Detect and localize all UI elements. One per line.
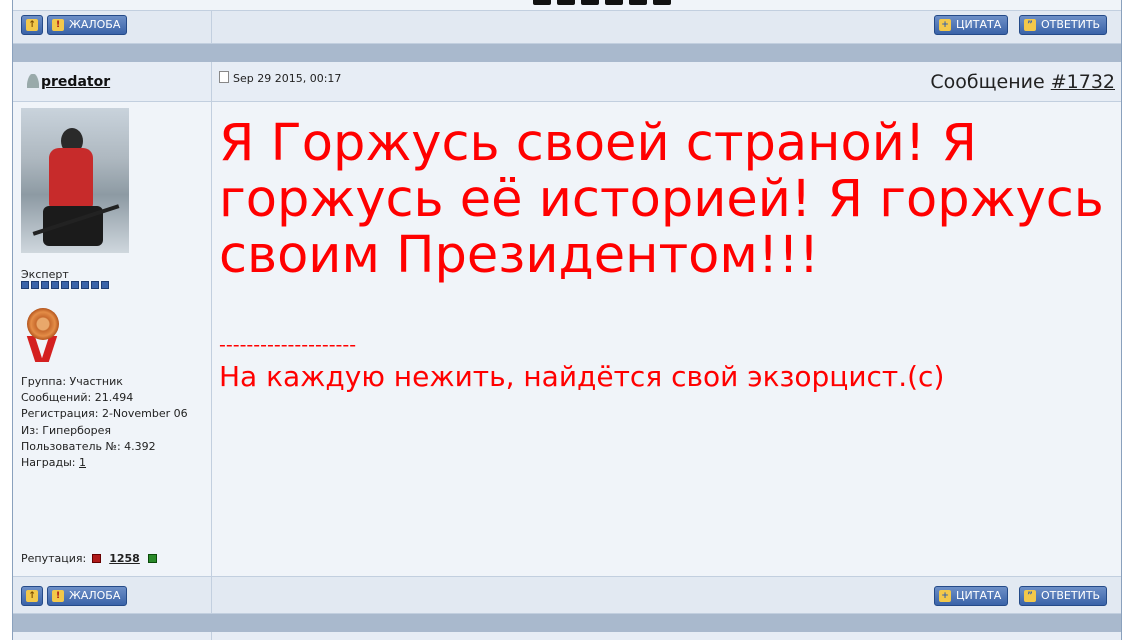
warning-icon: ! [52, 19, 64, 31]
reputation-plus-button[interactable] [147, 554, 157, 563]
prev-post-button-row: ↑ ! ЖАЛОБА + ЦИТАТА ” ОТВЕТИТЬ [13, 10, 1121, 44]
document-icon [219, 71, 229, 83]
quote-marks-icon: ” [1024, 590, 1036, 602]
reply-label: ОТВЕТИТЬ [1041, 18, 1101, 31]
post-date: Sep 29 2015, 00:17 [219, 71, 341, 85]
reply-button[interactable]: ” ОТВЕТИТЬ [1019, 15, 1108, 35]
user-icon [27, 74, 39, 88]
signature-divider: -------------------- [219, 334, 357, 356]
rank-pip [71, 281, 79, 289]
column-divider [211, 62, 212, 101]
reputation-label: Репутация: [21, 552, 87, 565]
forum-post-frame: ↑ ! ЖАЛОБА + ЦИТАТА ” ОТВЕТИТЬ predator … [12, 0, 1122, 640]
rank-pip [101, 281, 109, 289]
user-avatar[interactable] [21, 108, 129, 253]
award-medal-icon[interactable] [25, 308, 61, 364]
previous-heading-fragment [533, 0, 713, 5]
quote-label: ЦИТАТА [956, 18, 1002, 31]
scroll-top-button[interactable]: ↑ [21, 586, 43, 606]
rank-pips [21, 281, 109, 289]
rank-pip [41, 281, 49, 289]
plus-icon: + [939, 19, 951, 31]
message-label-text: Сообщение [930, 71, 1045, 93]
next-post-header [13, 632, 1121, 640]
author-username-link[interactable]: predator [27, 74, 110, 90]
post-separator [13, 614, 1121, 632]
column-divider [211, 632, 212, 640]
user-awards: Награды: 1 [21, 455, 188, 471]
reply-button[interactable]: ” ОТВЕТИТЬ [1019, 586, 1108, 606]
quote-marks-icon: ” [1024, 19, 1036, 31]
rank-pip [51, 281, 59, 289]
post-message-text: Я Горжусь своей страной! Я горжусь её ис… [219, 114, 1104, 285]
signature-text: На каждую нежить, найдётся свой экзорцис… [219, 360, 945, 393]
rank-pip [91, 281, 99, 289]
reply-label: ОТВЕТИТЬ [1041, 589, 1101, 602]
reputation-minus-button[interactable] [92, 554, 102, 563]
scroll-top-button[interactable]: ↑ [21, 15, 43, 35]
message-number: Сообщение #1732 [930, 71, 1115, 93]
awards-link[interactable]: 1 [79, 456, 86, 469]
user-group: Группа: Участник [21, 375, 123, 388]
report-button[interactable]: ! ЖАЛОБА [47, 586, 128, 606]
post-separator [13, 44, 1121, 62]
message-number-link[interactable]: #1732 [1051, 71, 1115, 93]
report-label: ЖАЛОБА [69, 18, 121, 31]
user-number: Пользователь №: 4.392 [21, 439, 156, 453]
reputation-value[interactable]: 1258 [109, 552, 140, 565]
warning-icon: ! [52, 590, 64, 602]
post-date-text: Sep 29 2015, 00:17 [233, 72, 342, 85]
post-header: predator Sep 29 2015, 00:17 Сообщение #1… [13, 62, 1121, 102]
quote-label: ЦИТАТА [956, 589, 1002, 602]
quote-button[interactable]: + ЦИТАТА [934, 15, 1009, 35]
post-button-row: ↑ ! ЖАЛОБА + ЦИТАТА ” ОТВЕТИТЬ [13, 576, 1121, 614]
quote-button[interactable]: + ЦИТАТА [934, 586, 1009, 606]
report-label: ЖАЛОБА [69, 589, 121, 602]
rank-pip [61, 281, 69, 289]
column-divider [211, 11, 212, 43]
reputation: Репутация: 1258 [21, 552, 157, 565]
plus-icon: + [939, 590, 951, 602]
rank-pip [31, 281, 39, 289]
user-location: Из: Гиперборея [21, 423, 111, 437]
username-text: predator [41, 74, 111, 90]
awards-label: Награды: [21, 456, 80, 470]
user-info: Группа: Участник Сообщений: 21.494 Регис… [21, 374, 188, 471]
column-divider [211, 102, 212, 576]
report-button[interactable]: ! ЖАЛОБА [47, 15, 128, 35]
up-arrow-icon: ↑ [26, 590, 38, 602]
user-post-count: Сообщений: 21.494 [21, 391, 134, 405]
column-divider [211, 577, 212, 613]
user-registered: Регистрация: 2-November 06 [21, 407, 188, 421]
post-body: Эксперт Группа: Участник Сообщений: 21.4… [13, 102, 1121, 576]
user-rank: Эксперт [21, 268, 69, 281]
rank-pip [81, 281, 89, 289]
up-arrow-icon: ↑ [26, 19, 38, 31]
rank-pip [21, 281, 29, 289]
